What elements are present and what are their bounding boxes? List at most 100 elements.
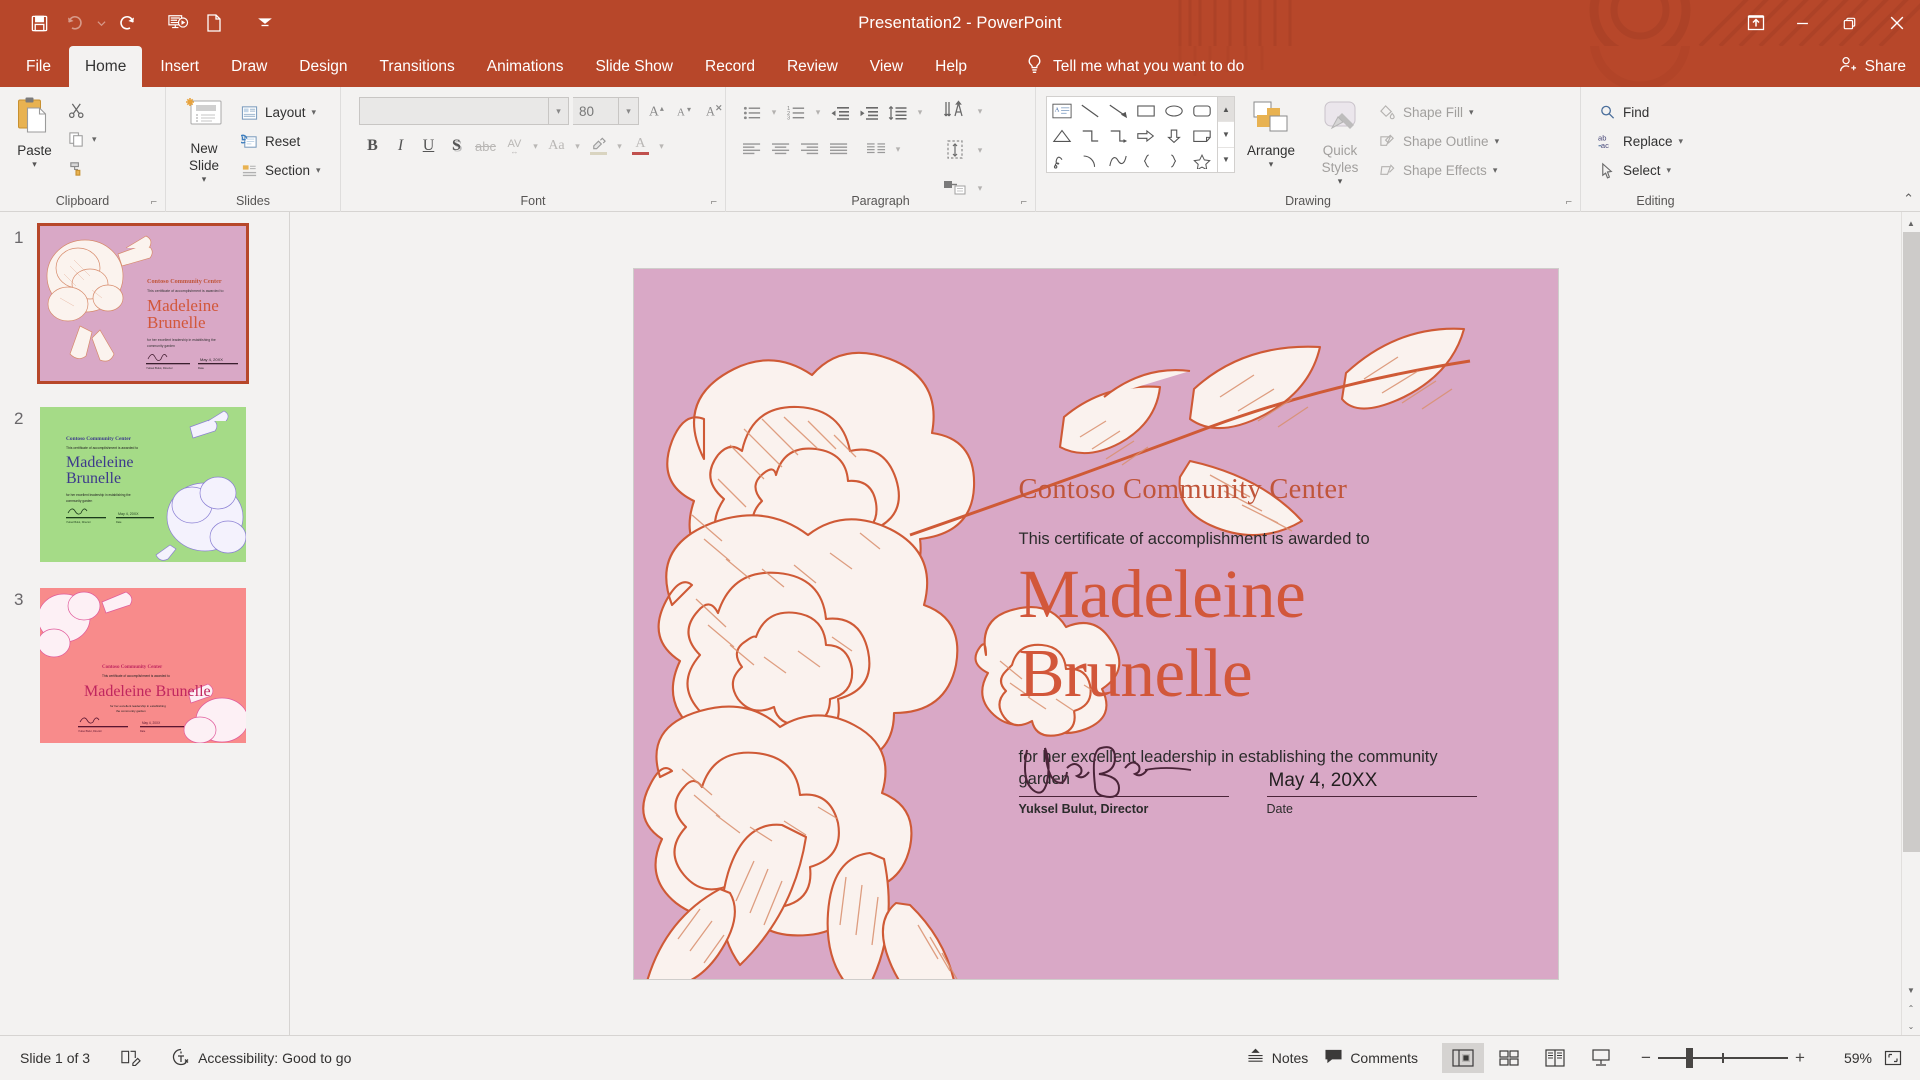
decrease-font-size-button[interactable]: A ▾ — [673, 97, 701, 125]
font-name-chevron-icon[interactable]: ▾ — [549, 97, 569, 125]
slide-count-indicator[interactable]: Slide 1 of 3 — [14, 1046, 96, 1070]
accessibility-status[interactable]: Accessibility: Good to go — [165, 1043, 357, 1074]
tab-design[interactable]: Design — [283, 46, 363, 87]
underline-button[interactable]: U — [415, 132, 442, 160]
clear-formatting-button[interactable]: A — [701, 97, 728, 125]
notes-button[interactable]: Notes — [1240, 1044, 1315, 1072]
bold-button[interactable]: B — [359, 132, 386, 160]
slide-canvas[interactable]: Contoso Community Center This certificat… — [633, 268, 1558, 979]
font-name-input[interactable] — [359, 97, 549, 125]
shape-textbox-icon[interactable]: A — [1048, 98, 1076, 123]
slide-sorter-view-button[interactable] — [1488, 1043, 1530, 1073]
tab-transitions[interactable]: Transitions — [364, 46, 471, 87]
italic-button[interactable]: I — [387, 132, 414, 160]
numbering-chevron-icon[interactable]: ▾ — [811, 99, 825, 126]
font-dialog-launcher-icon[interactable]: ⌐ — [711, 196, 717, 208]
slide-editor[interactable]: Contoso Community Center This certificat… — [290, 212, 1901, 1035]
cut-button[interactable] — [62, 97, 103, 124]
section-chevron-icon[interactable]: ▾ — [316, 165, 321, 176]
thumbnail-frame-3[interactable]: Contoso Community Center This certificat… — [40, 588, 246, 743]
zoom-level-value[interactable]: 59% — [1824, 1050, 1872, 1066]
font-color-button[interactable]: A — [627, 132, 654, 160]
tab-record[interactable]: Record — [689, 46, 771, 87]
arrange-chevron-icon[interactable]: ▾ — [1269, 159, 1274, 169]
tab-file[interactable]: File — [10, 46, 67, 87]
shape-arrow-icon[interactable] — [1104, 98, 1132, 123]
zoom-slider[interactable]: − + — [1634, 1048, 1812, 1068]
shape-line-icon[interactable] — [1076, 98, 1104, 123]
section-button[interactable]: Section ▾ — [235, 157, 327, 184]
character-spacing-button[interactable]: AV ↔ — [501, 132, 528, 160]
change-case-button[interactable]: Aa — [543, 132, 570, 160]
shape-outline-button[interactable]: Shape Outline ▾ — [1373, 128, 1505, 155]
shape-curve-icon[interactable] — [1104, 148, 1132, 173]
thumbnail-slide-3[interactable]: 3 Contoso Community Center This certific… — [0, 588, 289, 769]
redo-icon[interactable] — [110, 8, 144, 38]
select-button[interactable]: Select ▾ — [1593, 157, 1689, 184]
previous-slide-icon[interactable]: ⌃ — [1902, 999, 1920, 1017]
scroll-down-icon[interactable]: ▼ — [1902, 981, 1920, 999]
bullets-chevron-icon[interactable]: ▾ — [767, 99, 781, 126]
layout-chevron-icon[interactable]: ▾ — [312, 107, 317, 118]
tab-help[interactable]: Help — [919, 46, 983, 87]
select-chevron-icon[interactable]: ▾ — [1667, 165, 1672, 176]
next-slide-icon[interactable]: ⌄ — [1902, 1017, 1920, 1035]
share-button[interactable]: Share — [1838, 55, 1906, 79]
copy-chevron-icon[interactable]: ▾ — [92, 134, 97, 145]
quick-styles-chevron-icon[interactable]: ▾ — [1338, 176, 1343, 186]
customize-qat-icon[interactable] — [248, 8, 282, 38]
notes-page-icon-button[interactable] — [114, 1044, 147, 1073]
zoom-in-button[interactable]: + — [1788, 1048, 1812, 1068]
tab-draw[interactable]: Draw — [215, 46, 283, 87]
shape-effects-chevron-icon[interactable]: ▾ — [1493, 165, 1498, 176]
save-icon[interactable] — [22, 8, 56, 38]
find-button[interactable]: Find — [1593, 99, 1689, 126]
align-right-button[interactable] — [796, 136, 824, 163]
editor-vertical-scrollbar[interactable]: ▲ ▼ ⌃ ⌄ — [1901, 212, 1920, 1035]
align-text-chevron-icon[interactable]: ▾ — [973, 137, 987, 164]
text-shadow-button[interactable]: S — [443, 132, 470, 160]
thumbnail-slide-1[interactable]: 1 Contoso Community Center This certific… — [0, 223, 289, 407]
columns-button[interactable] — [862, 136, 890, 163]
line-spacing-button[interactable] — [884, 99, 912, 126]
start-presentation-icon[interactable] — [161, 8, 195, 38]
paste-chevron-icon[interactable]: ▾ — [32, 159, 37, 169]
tab-view[interactable]: View — [854, 46, 919, 87]
new-slide-button[interactable]: New Slide ▾ — [173, 93, 235, 184]
shape-arc-icon[interactable] — [1076, 148, 1104, 173]
tab-home[interactable]: Home — [68, 46, 143, 87]
shape-outline-chevron-icon[interactable]: ▾ — [1495, 136, 1500, 147]
zoom-thumb[interactable] — [1686, 1048, 1693, 1068]
increase-indent-button[interactable] — [855, 99, 883, 126]
collapse-ribbon-icon[interactable]: ⌃ — [1903, 191, 1914, 207]
line-spacing-chevron-icon[interactable]: ▾ — [913, 99, 927, 126]
text-highlight-button[interactable] — [585, 132, 612, 160]
align-text-button[interactable] — [938, 134, 972, 166]
shape-right-arrow-icon[interactable] — [1132, 123, 1160, 148]
paste-button[interactable]: Paste ▾ — [7, 93, 62, 169]
layout-button[interactable]: Layout ▾ — [235, 99, 327, 126]
shape-fill-button[interactable]: Shape Fill ▾ — [1373, 99, 1505, 126]
align-left-button[interactable] — [738, 136, 766, 163]
shapes-scroll-up-icon[interactable]: ▲ — [1218, 97, 1234, 123]
decrease-indent-button[interactable] — [826, 99, 854, 126]
slide-show-view-button[interactable] — [1580, 1043, 1622, 1073]
new-slide-chevron-icon[interactable]: ▾ — [202, 174, 207, 184]
numbering-button[interactable]: 123 — [782, 99, 810, 126]
shape-right-brace-icon[interactable] — [1160, 148, 1188, 173]
tab-review[interactable]: Review — [771, 46, 854, 87]
shape-folded-corner-icon[interactable] — [1188, 123, 1216, 148]
bullets-button[interactable] — [738, 99, 766, 126]
justify-button[interactable] — [825, 136, 853, 163]
thumbnail-frame-2[interactable]: Contoso Community Center This certificat… — [40, 407, 246, 562]
shape-star-icon[interactable] — [1188, 148, 1216, 173]
comments-button[interactable]: Comments — [1318, 1044, 1424, 1072]
scroll-up-icon[interactable]: ▲ — [1902, 214, 1920, 232]
shape-rectangle-icon[interactable] — [1132, 98, 1160, 123]
format-painter-button[interactable] — [62, 155, 103, 182]
shapes-gallery[interactable]: A ▲ ▼ ▼ — [1046, 96, 1235, 173]
arrange-button[interactable]: Arrange ▾ — [1235, 93, 1307, 169]
copy-button[interactable]: ▾ — [62, 126, 103, 153]
slide-thumbnail-pane[interactable]: 1 Contoso Community Center This certific… — [0, 212, 290, 1035]
date-column[interactable]: May 4, 20XX Date — [1266, 739, 1477, 816]
